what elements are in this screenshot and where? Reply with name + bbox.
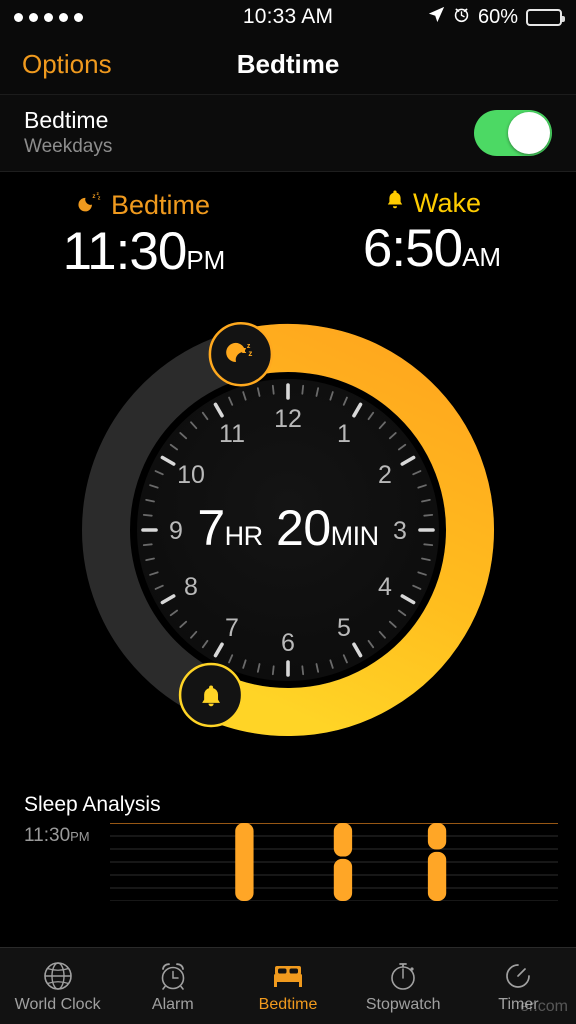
tab-stopwatch[interactable]: Stopwatch — [346, 948, 461, 1024]
svg-text:z: z — [98, 196, 101, 202]
clock-hour-number: 4 — [378, 573, 392, 601]
navigation-bar: Options Bedtime — [0, 34, 576, 95]
clock-hour-number: 7 — [225, 614, 239, 642]
tab-label: Bedtime — [258, 995, 318, 1013]
sleep-chart-axis-label: 11:30PM — [24, 823, 110, 847]
clock-svg: 121234567891011 z z z — [82, 321, 494, 736]
sleep-clock-dial[interactable]: 12 1 2 3 4 5 6 7 8 9 10 11 z z z 7HR 20MIN — [0, 287, 576, 787]
sleep-analysis-chart[interactable] — [110, 822, 558, 902]
chart-bar — [333, 858, 353, 901]
clock-hour-number: 6 — [281, 629, 295, 657]
svg-text:z: z — [248, 349, 252, 358]
signal-dot — [74, 12, 83, 22]
location-arrow-icon — [428, 6, 445, 28]
tab-label: Stopwatch — [365, 995, 441, 1013]
chart-bar — [427, 822, 447, 850]
tab-label: World Clock — [14, 995, 101, 1013]
axis-label-ampm: PM — [70, 828, 90, 844]
alarm-clock-icon — [453, 6, 470, 28]
bedtime-handle[interactable]: z z z — [208, 321, 274, 387]
chart-bar — [427, 851, 447, 901]
sleep-chart-svg — [110, 822, 558, 902]
signal-dot — [59, 12, 68, 22]
wake-label: Wake — [412, 188, 481, 218]
alarm-clock-icon — [157, 959, 189, 993]
globe-icon — [42, 959, 74, 993]
clock-hour-number: 5 — [337, 614, 351, 642]
chart-bar — [235, 822, 254, 901]
bedtime-ampm: PM — [186, 245, 226, 275]
bedtime-settings-row[interactable]: Bedtime Weekdays — [0, 95, 576, 172]
axis-label-time: 11:30 — [24, 824, 71, 846]
wake-summary[interactable]: Wake 6:50AM — [288, 188, 576, 283]
clock-hour-number: 10 — [177, 461, 205, 489]
battery-icon — [526, 8, 565, 26]
wake-time-digits: 6:50 — [362, 219, 463, 278]
bell-icon — [383, 188, 407, 219]
signal-strength-dots — [14, 12, 288, 22]
status-bar: 10:33 AM 60% — [0, 0, 576, 34]
tab-label: Timer — [498, 995, 539, 1013]
sleep-analysis-title: Sleep Analysis — [24, 792, 161, 816]
bedtime-summary[interactable]: z z z Bedtime 11:30PM — [0, 188, 288, 283]
clock-hour-number: 12 — [274, 405, 302, 433]
wake-handle[interactable] — [178, 662, 244, 728]
wake-ampm: AM — [462, 242, 502, 272]
bedtime-time-digits: 11:30 — [62, 222, 188, 281]
toggle-knob — [508, 112, 550, 154]
clock-hour-number: 1 — [337, 420, 351, 448]
tab-bar: World Clock Alarm Bedtime Stopwatch Time… — [0, 947, 576, 1024]
clock-hour-number: 11 — [219, 420, 245, 448]
options-button[interactable]: Options — [22, 49, 112, 80]
battery-percent-label: 60% — [477, 5, 518, 28]
bedtime-row-subtitle: Weekdays — [24, 136, 113, 158]
bed-icon — [271, 959, 305, 993]
bedtime-row-title: Bedtime — [24, 107, 109, 134]
times-summary: z z z Bedtime 11:30PM Wake 6:50AM — [0, 172, 576, 287]
bedtime-value: 11:30PM — [0, 222, 288, 283]
tab-alarm[interactable]: Alarm — [115, 948, 230, 1024]
sleep-analysis-section: Sleep Analysis 11:30PM — [0, 786, 576, 902]
clock-hour-number: 2 — [378, 461, 392, 489]
chart-bar — [333, 822, 353, 857]
svg-text:z: z — [92, 193, 95, 200]
clock-hour-number: 9 — [169, 517, 183, 545]
clock-hour-number: 3 — [393, 517, 407, 545]
timer-icon — [502, 959, 534, 993]
clock-hour-number: 8 — [184, 573, 198, 601]
tab-bedtime[interactable]: Bedtime — [230, 948, 345, 1024]
tab-label: Alarm — [151, 995, 194, 1013]
signal-dot — [14, 12, 23, 22]
signal-dot — [29, 12, 38, 22]
bedtime-toggle-switch[interactable] — [474, 110, 552, 156]
tab-world-clock[interactable]: World Clock — [0, 948, 115, 1024]
stopwatch-icon — [387, 959, 419, 993]
signal-dot — [44, 12, 53, 22]
wake-value: 6:50AM — [288, 219, 576, 280]
moon-zzz-icon: z z z — [78, 188, 105, 222]
bedtime-label: Bedtime — [110, 189, 211, 220]
tab-timer[interactable]: Timer — [461, 948, 576, 1024]
